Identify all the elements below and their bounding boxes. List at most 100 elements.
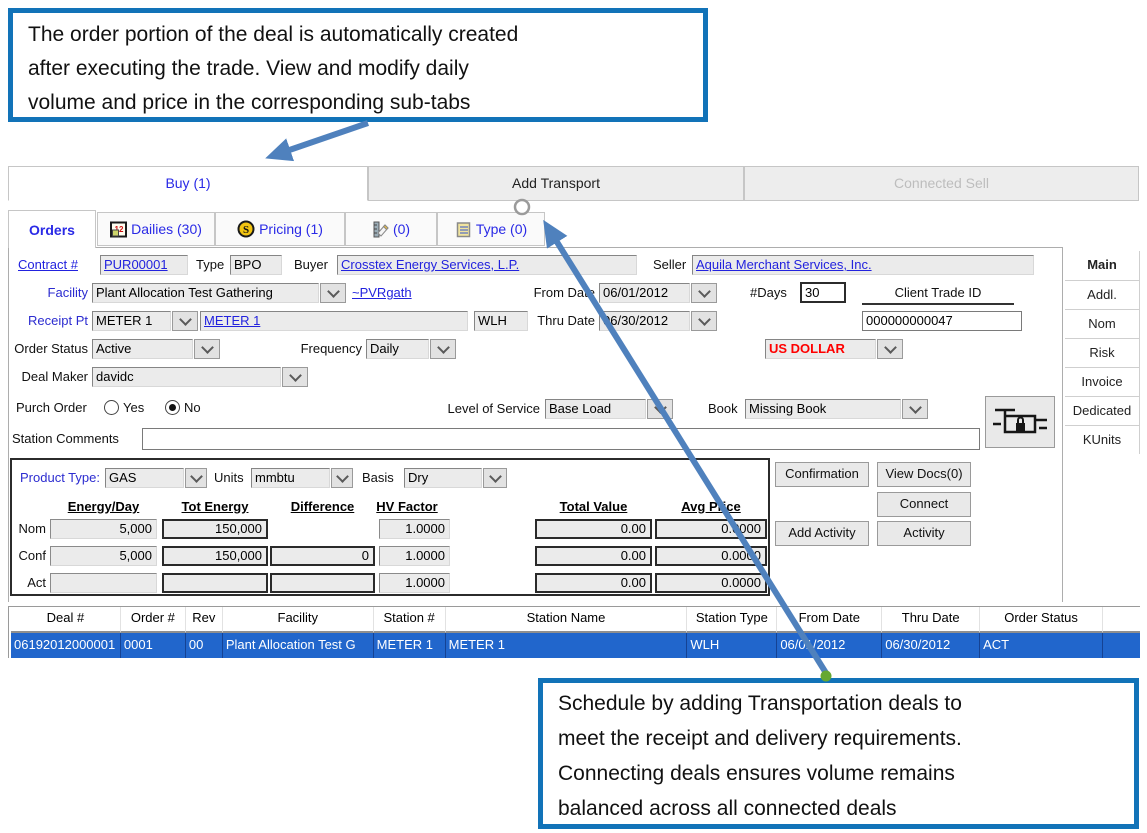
frequency-dropdown-button[interactable] [430, 339, 456, 359]
units-dropdown-button[interactable] [331, 468, 353, 488]
level-of-service-value: Base Load [545, 399, 646, 419]
from-date-label: From Date [533, 283, 595, 303]
contract-number-field[interactable]: PUR00001 [100, 255, 188, 275]
buyer-field[interactable]: Crosstex Energy Services, L.P. [337, 255, 637, 275]
tab-buy-label: Buy (1) [165, 175, 210, 191]
nom-tot-energy-field[interactable]: 150,000 [162, 519, 268, 539]
act-tot-energy-field[interactable] [162, 573, 268, 593]
receipt-pt-label: Receipt Pt [22, 311, 88, 331]
tab-add-transport[interactable]: Add Transport [368, 166, 744, 201]
side-tab-invoice[interactable]: Invoice [1065, 367, 1139, 396]
conf-tot-energy-field[interactable]: 150,000 [162, 546, 268, 566]
side-tab-main[interactable]: Main [1065, 251, 1139, 280]
tab-buy[interactable]: Buy (1) [8, 166, 368, 201]
side-tab-strip: Main Addl. Nom Risk Invoice Dedicated KU… [1065, 251, 1140, 454]
basis-value: Dry [404, 468, 482, 488]
order-status-dropdown[interactable]: Active [92, 339, 220, 359]
nom-avg-price-field[interactable]: 0.0000 [655, 519, 767, 539]
days-field[interactable]: 30 [800, 282, 846, 303]
currency-dropdown[interactable]: US DOLLAR [765, 339, 903, 359]
subtab-notes[interactable]: (0) [345, 212, 437, 246]
thru-date-value: 06/30/2012 [599, 311, 690, 331]
cell-filler [1103, 633, 1140, 658]
conf-energy-day-field[interactable]: 5,000 [50, 546, 157, 566]
side-tab-addl[interactable]: Addl. [1065, 280, 1139, 309]
conf-total-value-field[interactable]: 0.00 [535, 546, 652, 566]
book-dropdown-button[interactable] [902, 399, 928, 419]
receipt-pt-dropdown[interactable]: METER 1 [92, 311, 198, 331]
callout-bottom-text: Schedule by adding Transportation deals … [543, 683, 1134, 829]
connect-button[interactable]: Connect [877, 492, 971, 517]
facility-dropdown-button[interactable] [320, 283, 346, 303]
grid-selected-row[interactable]: 06192012000001 0001 00 Plant Allocation … [11, 633, 1140, 658]
cell-station-number: METER 1 [374, 633, 446, 658]
units-dropdown[interactable]: mmbtu [251, 468, 353, 488]
side-tab-kunits[interactable]: KUnits [1065, 425, 1139, 454]
level-of-service-dropdown[interactable]: Base Load [545, 399, 673, 419]
side-tab-risk[interactable]: Risk [1065, 338, 1139, 367]
col-energy-day: Energy/Day [50, 499, 157, 514]
subtab-pricing[interactable]: S Pricing (1) [215, 212, 345, 246]
act-total-value-field[interactable]: 0.00 [535, 573, 652, 593]
station-type-field[interactable]: WLH [474, 311, 528, 331]
grid-header: Order Status [980, 607, 1103, 633]
purch-order-no-radio[interactable] [165, 400, 180, 415]
seller-field[interactable]: Aquila Merchant Services, Inc. [692, 255, 1034, 275]
nom-hv-factor-field[interactable]: 1.0000 [379, 519, 450, 539]
add-activity-button[interactable]: Add Activity [775, 521, 869, 546]
nom-energy-day-field[interactable]: 5,000 [50, 519, 157, 539]
act-avg-price-field[interactable]: 0.0000 [655, 573, 767, 593]
deal-maker-dropdown-button[interactable] [282, 367, 308, 387]
purch-order-yes-label: Yes [123, 398, 144, 418]
conf-avg-price-field[interactable]: 0.0000 [655, 546, 767, 566]
confirmation-button[interactable]: Confirmation [775, 462, 869, 487]
act-energy-day-field[interactable] [50, 573, 157, 593]
side-tab-dedicated[interactable]: Dedicated [1065, 396, 1139, 425]
currency-dropdown-button[interactable] [877, 339, 903, 359]
level-of-service-dropdown-button[interactable] [647, 399, 673, 419]
col-total-value: Total Value [535, 499, 652, 514]
conf-hv-factor-field[interactable]: 1.0000 [379, 546, 450, 566]
facility-dropdown[interactable]: Plant Allocation Test Gathering [92, 283, 346, 303]
subtab-dailies[interactable]: 12 Dailies (30) [97, 212, 215, 246]
from-date-dropdown-button[interactable] [691, 283, 717, 303]
thru-date-dropdown[interactable]: 06/30/2012 [599, 311, 717, 331]
view-docs-button[interactable]: View Docs(0) [877, 462, 971, 487]
from-date-dropdown[interactable]: 06/01/2012 [599, 283, 717, 303]
purch-order-yes-radio[interactable] [104, 400, 119, 415]
nom-total-value-field[interactable]: 0.00 [535, 519, 652, 539]
contract-number-link[interactable]: Contract # [18, 255, 78, 275]
deal-maker-value: davidc [92, 367, 281, 387]
product-type-dropdown-button[interactable] [185, 468, 207, 488]
callout-bottom: Schedule by adding Transportation deals … [538, 678, 1139, 829]
facility-code-link[interactable]: ~PVRgath [352, 283, 412, 303]
client-trade-id-field[interactable]: 000000000047 [862, 311, 1022, 331]
station-comments-input[interactable] [142, 428, 980, 450]
thru-date-dropdown-button[interactable] [691, 311, 717, 331]
act-difference-field[interactable] [270, 573, 375, 593]
activity-button[interactable]: Activity [877, 521, 971, 546]
calendar-icon: 12 [110, 221, 127, 238]
type-field[interactable]: BPO [230, 255, 282, 275]
pathing-diagram-button[interactable] [985, 396, 1055, 448]
cell-order-number: 0001 [121, 633, 186, 658]
grid-header-filler [1103, 607, 1140, 633]
receipt-pt-name-field[interactable]: METER 1 [200, 311, 468, 331]
act-hv-factor-field[interactable]: 1.0000 [379, 573, 450, 593]
side-tab-nom[interactable]: Nom [1065, 309, 1139, 338]
type-label: Type [196, 255, 224, 275]
subtab-type[interactable]: Type (0) [437, 212, 545, 246]
book-dropdown[interactable]: Missing Book [745, 399, 928, 419]
basis-dropdown[interactable]: Dry [404, 468, 507, 488]
basis-dropdown-button[interactable] [483, 468, 507, 488]
app-root: The order portion of the deal is automat… [0, 0, 1147, 833]
subtab-orders[interactable]: Orders [8, 210, 96, 248]
order-status-dropdown-button[interactable] [194, 339, 220, 359]
conf-difference-field[interactable]: 0 [270, 546, 375, 566]
frequency-dropdown[interactable]: Daily [366, 339, 456, 359]
chevron-down-icon [698, 313, 711, 326]
grid-header: Rev [186, 607, 223, 633]
deal-maker-dropdown[interactable]: davidc [92, 367, 308, 387]
receipt-pt-dropdown-button[interactable] [172, 311, 198, 331]
product-type-dropdown[interactable]: GAS [105, 468, 207, 488]
